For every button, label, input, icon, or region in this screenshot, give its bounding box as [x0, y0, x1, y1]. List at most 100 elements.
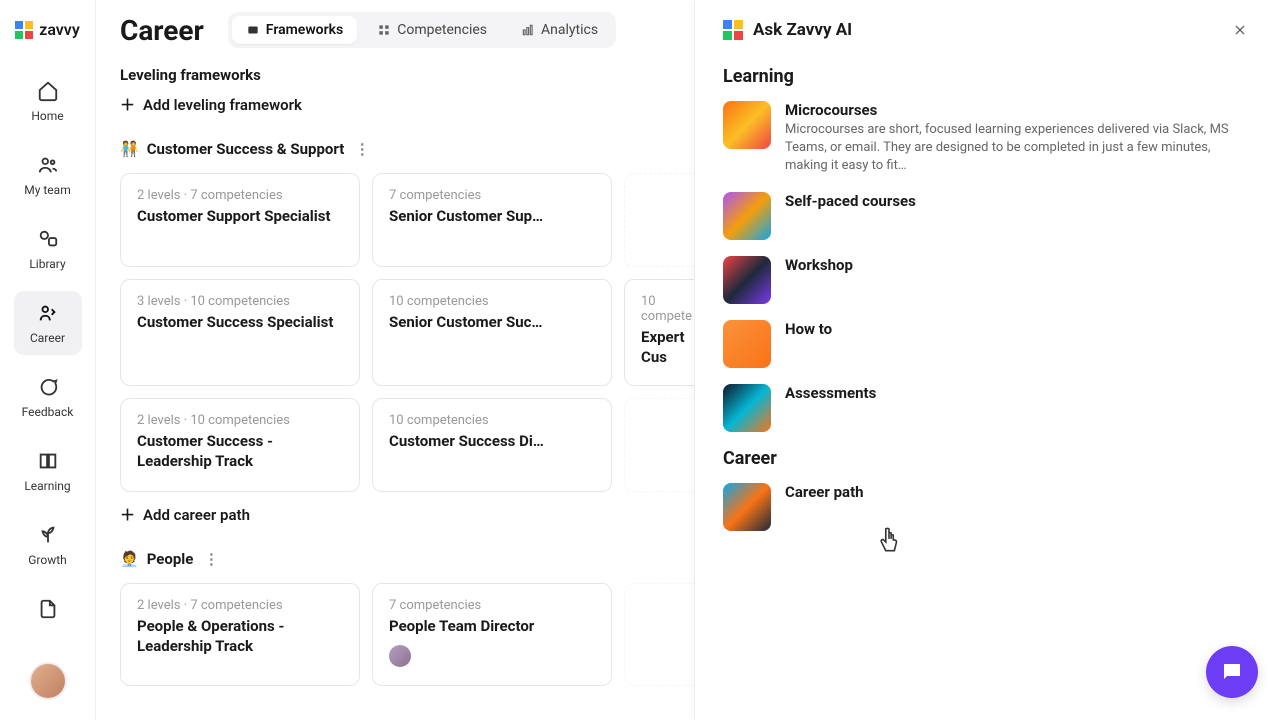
card-meta: 7 competencies	[389, 188, 595, 203]
sidebar: zavvy Home My team Library Career Feedba…	[0, 0, 96, 720]
nav-label: Career	[30, 331, 65, 345]
ai-suggestion-item[interactable]: How to	[723, 320, 1252, 368]
library-icon	[36, 227, 60, 251]
tab-label: Analytics	[541, 22, 598, 38]
group-menu[interactable]: ⋮	[201, 549, 221, 569]
ai-item-title: Career path	[785, 483, 1252, 501]
nav-document[interactable]	[14, 587, 82, 631]
tabs: Frameworks Competencies Analytics	[228, 12, 616, 48]
close-icon	[1232, 22, 1248, 38]
framework-card[interactable]: 2 levels · 7 competencies Customer Suppo…	[120, 173, 360, 267]
ai-thumb	[723, 192, 771, 240]
tab-analytics[interactable]: Analytics	[507, 16, 612, 44]
plus-icon: ＋	[120, 94, 135, 115]
ai-item-title: Workshop	[785, 256, 1252, 274]
nav-label: Learning	[24, 479, 70, 493]
zavvy-ai-icon	[723, 20, 743, 40]
card-meta: 7 competencies	[389, 598, 595, 613]
framework-card[interactable]: 7 competencies People Team Director	[372, 583, 612, 686]
framework-card[interactable]: 3 levels · 10 competencies Customer Succ…	[120, 279, 360, 386]
tab-label: Frameworks	[266, 22, 343, 38]
nav-label: Library	[29, 257, 65, 271]
career-icon	[36, 301, 60, 325]
card-meta: 2 levels · 7 competencies	[137, 598, 343, 613]
framework-card[interactable]: 7 competencies Senior Customer Sup…	[372, 173, 612, 267]
group-name: People	[147, 550, 194, 568]
nav-career[interactable]: Career	[14, 291, 82, 355]
panel-section-title: Learning	[723, 66, 1252, 87]
learning-icon	[36, 449, 60, 473]
ai-thumb	[723, 101, 771, 149]
nav-label: My team	[24, 183, 70, 197]
card-meta: 3 levels · 10 competencies	[137, 294, 343, 309]
group-emoji: 🧑‍🤝‍🧑	[120, 140, 139, 158]
home-icon	[36, 79, 60, 103]
ai-thumb	[723, 320, 771, 368]
ai-item-title: Self-paced courses	[785, 192, 1252, 210]
ai-item-title: How to	[785, 320, 1252, 338]
logo[interactable]: zavvy	[15, 20, 80, 39]
tab-label: Competencies	[397, 22, 487, 38]
tab-competencies[interactable]: Competencies	[363, 16, 501, 44]
ai-suggestion-item[interactable]: Microcourses Microcourses are short, focu…	[723, 101, 1252, 176]
card-title: People Team Director	[389, 617, 595, 637]
nav-label: Home	[31, 109, 63, 123]
group-name: Customer Success & Support	[147, 140, 345, 158]
card-meta: 10 competencies	[389, 294, 595, 309]
nav-learning[interactable]: Learning	[14, 439, 82, 503]
plus-icon: ＋	[120, 504, 135, 525]
card-title: Customer Support Specialist	[137, 207, 343, 227]
nav-label: Growth	[28, 553, 67, 567]
ai-suggestion-item[interactable]: Assessments	[723, 384, 1252, 432]
ai-panel: Ask Zavvy AI Learning MicrocoursesMicroc…	[694, 0, 1280, 720]
card-title: Customer Success Di…	[389, 432, 595, 452]
card-meta: 2 levels · 7 competencies	[137, 188, 343, 203]
add-framework-label: Add leveling framework	[143, 96, 302, 114]
card-title: People & Operations - Leadership Track	[137, 617, 343, 656]
add-career-path-label: Add career path	[143, 506, 250, 524]
card-title: Senior Customer Sup…	[389, 207, 595, 227]
chat-icon	[1220, 660, 1244, 684]
card-title: Customer Success - Leadership Track	[137, 432, 343, 471]
framework-card[interactable]: 2 levels · 10 competencies Customer Succ…	[120, 398, 360, 492]
logo-icon	[15, 21, 33, 39]
group-menu[interactable]: ⋮	[352, 139, 372, 159]
feedback-icon	[36, 375, 60, 399]
framework-card[interactable]: 10 competencies Customer Success Di…	[372, 398, 612, 492]
ai-suggestion-item[interactable]: Workshop	[723, 256, 1252, 304]
document-icon	[36, 597, 60, 621]
framework-card[interactable]: 10 competencies Senior Customer Suc…	[372, 279, 612, 386]
ai-thumb	[723, 256, 771, 304]
assignee-avatar	[389, 645, 411, 667]
ai-suggestion-item[interactable]: Self-paced courses	[723, 192, 1252, 240]
nav-home[interactable]: Home	[14, 69, 82, 133]
framework-card[interactable]: 2 levels · 7 competencies People & Opera…	[120, 583, 360, 686]
analytics-icon	[521, 23, 535, 37]
brand-text: zavvy	[39, 20, 80, 39]
ai-item-title: Assessments	[785, 384, 1252, 402]
nav-library[interactable]: Library	[14, 217, 82, 281]
nav-feedback[interactable]: Feedback	[14, 365, 82, 429]
panel-title: Ask Zavvy AI	[753, 20, 852, 40]
chat-launcher[interactable]	[1206, 646, 1258, 698]
card-meta: 2 levels · 10 competencies	[137, 413, 343, 428]
tab-frameworks[interactable]: Frameworks	[232, 16, 357, 44]
competencies-icon	[377, 23, 391, 37]
ai-suggestion-item[interactable]: Career path	[723, 483, 1252, 531]
ai-thumb	[723, 384, 771, 432]
page-title: Career	[120, 14, 204, 47]
user-avatar[interactable]	[29, 662, 67, 700]
frameworks-icon	[246, 23, 260, 37]
team-icon	[36, 153, 60, 177]
nav-growth[interactable]: Growth	[14, 513, 82, 577]
ai-item-desc: Microcourses are short, focused learning…	[785, 121, 1252, 176]
ai-thumb	[723, 483, 771, 531]
ai-item-title: Microcourses	[785, 101, 1252, 119]
card-title: Senior Customer Suc…	[389, 313, 595, 333]
close-button[interactable]	[1228, 18, 1252, 42]
growth-icon	[36, 523, 60, 547]
card-title: Customer Success Specialist	[137, 313, 343, 333]
nav-my-team[interactable]: My team	[14, 143, 82, 207]
panel-section-title: Career	[723, 448, 1252, 469]
card-meta: 10 competencies	[389, 413, 595, 428]
